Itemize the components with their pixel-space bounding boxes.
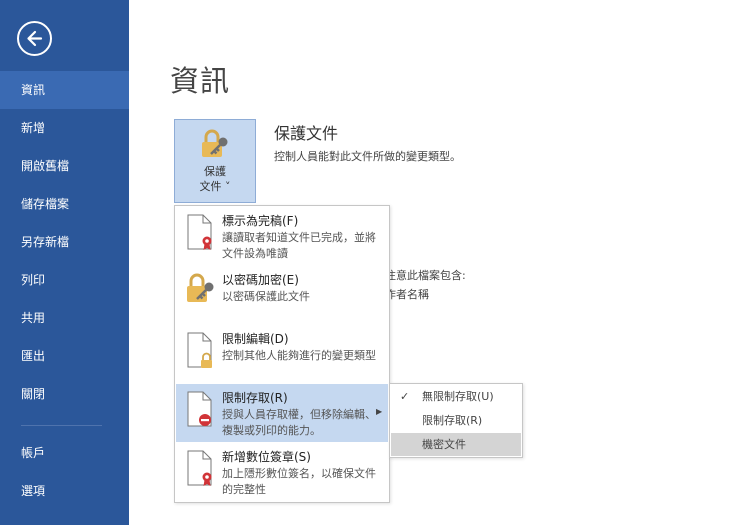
submenu-item-label: 機密文件 bbox=[422, 438, 466, 451]
submenu-item-restricted[interactable]: 限制存取(R) bbox=[391, 409, 521, 432]
document-no-entry-icon bbox=[186, 390, 214, 432]
menu-item-description: 加上隱形數位簽名，以確保文件的完整性 bbox=[222, 467, 376, 496]
nav-item-new[interactable]: 新增 bbox=[0, 109, 129, 147]
nav-item-account[interactable]: 帳戶 bbox=[0, 434, 129, 472]
menu-item-encrypt-password[interactable]: 以密碼加密(E) 以密碼保護此文件 bbox=[176, 266, 388, 324]
protect-document-button[interactable]: 保護 文件 ˅ bbox=[174, 119, 256, 203]
menu-item-description: 控制其他人能夠進行的變更類型 bbox=[222, 349, 376, 362]
nav-item-close[interactable]: 關閉 bbox=[0, 375, 129, 413]
nav-item-save[interactable]: 儲存檔案 bbox=[0, 185, 129, 223]
submenu-item-unrestricted[interactable]: ✓ 無限制存取(U) bbox=[391, 385, 521, 408]
backstage-sidebar: 資訊 新增 開啟舊檔 儲存檔案 另存新檔 列印 共用 匯出 關閉 帳戶 選項 bbox=[0, 0, 129, 525]
nav-item-open[interactable]: 開啟舊檔 bbox=[0, 147, 129, 185]
document-ribbon-icon bbox=[186, 213, 214, 255]
menu-item-restrict-editing[interactable]: 限制編輯(D) 控制其他人能夠進行的變更類型 bbox=[176, 325, 388, 383]
sidebar-divider bbox=[21, 425, 102, 426]
nav-item-print[interactable]: 列印 bbox=[0, 261, 129, 299]
nav-item-share[interactable]: 共用 bbox=[0, 299, 129, 337]
chevron-right-icon: ▶ bbox=[376, 407, 383, 416]
lock-key-icon bbox=[186, 272, 218, 310]
inspect-text-line2: 作者名稱 bbox=[385, 288, 429, 301]
protect-button-label-line2: 文件 ˅ bbox=[199, 180, 231, 193]
nav-item-options[interactable]: 選項 bbox=[0, 472, 129, 510]
back-arrow-icon[interactable] bbox=[17, 21, 52, 56]
protect-section-description: 控制人員能對此文件所做的變更類型。 bbox=[274, 150, 461, 163]
document-lock-icon bbox=[186, 331, 214, 373]
page-title: 資訊 bbox=[170, 64, 231, 98]
protect-section-title: 保護文件 bbox=[274, 124, 339, 143]
menu-item-title: 新增數位簽章(S) bbox=[222, 450, 311, 464]
submenu-item-confidential[interactable]: 機密文件 bbox=[391, 433, 521, 456]
nav-item-save-as[interactable]: 另存新檔 bbox=[0, 223, 129, 261]
inspect-text-line1: 注意此檔案包含: bbox=[385, 269, 466, 282]
menu-item-title: 以密碼加密(E) bbox=[222, 273, 299, 287]
menu-item-title: 限制存取(R) bbox=[222, 391, 288, 405]
submenu-item-label: 無限制存取(U) bbox=[422, 390, 494, 403]
menu-item-description: 以密碼保護此文件 bbox=[222, 290, 310, 303]
menu-item-description: 讓讀取者知道文件已完成，並將文件設為唯讀 bbox=[222, 231, 376, 260]
protect-dropdown-menu: 標示為完稿(F) 讓讀取者知道文件已完成，並將文件設為唯讀 以密碼加密(E) 以… bbox=[174, 205, 390, 503]
check-icon: ✓ bbox=[400, 390, 410, 403]
document-ribbon-icon bbox=[186, 449, 214, 491]
menu-item-mark-final[interactable]: 標示為完稿(F) 讓讀取者知道文件已完成，並將文件設為唯讀 bbox=[176, 207, 388, 265]
menu-item-add-signature[interactable]: 新增數位簽章(S) 加上隱形數位簽名，以確保文件的完整性 bbox=[176, 443, 388, 501]
lock-key-icon bbox=[200, 129, 232, 163]
menu-item-description: 授與人員存取權，但移除編輯、複製或列印的能力。 bbox=[222, 408, 376, 437]
restrict-access-submenu: ✓ 無限制存取(U) 限制存取(R) 機密文件 bbox=[389, 383, 523, 458]
menu-item-title: 標示為完稿(F) bbox=[222, 214, 299, 228]
submenu-item-label: 限制存取(R) bbox=[422, 414, 483, 427]
menu-item-restrict-access[interactable]: 限制存取(R) 授與人員存取權，但移除編輯、複製或列印的能力。 ▶ bbox=[176, 384, 388, 442]
nav-item-export[interactable]: 匯出 bbox=[0, 337, 129, 375]
protect-button-label-line1: 保護 bbox=[204, 165, 226, 178]
nav-item-info[interactable]: 資訊 bbox=[0, 71, 129, 109]
menu-item-title: 限制編輯(D) bbox=[222, 332, 289, 346]
